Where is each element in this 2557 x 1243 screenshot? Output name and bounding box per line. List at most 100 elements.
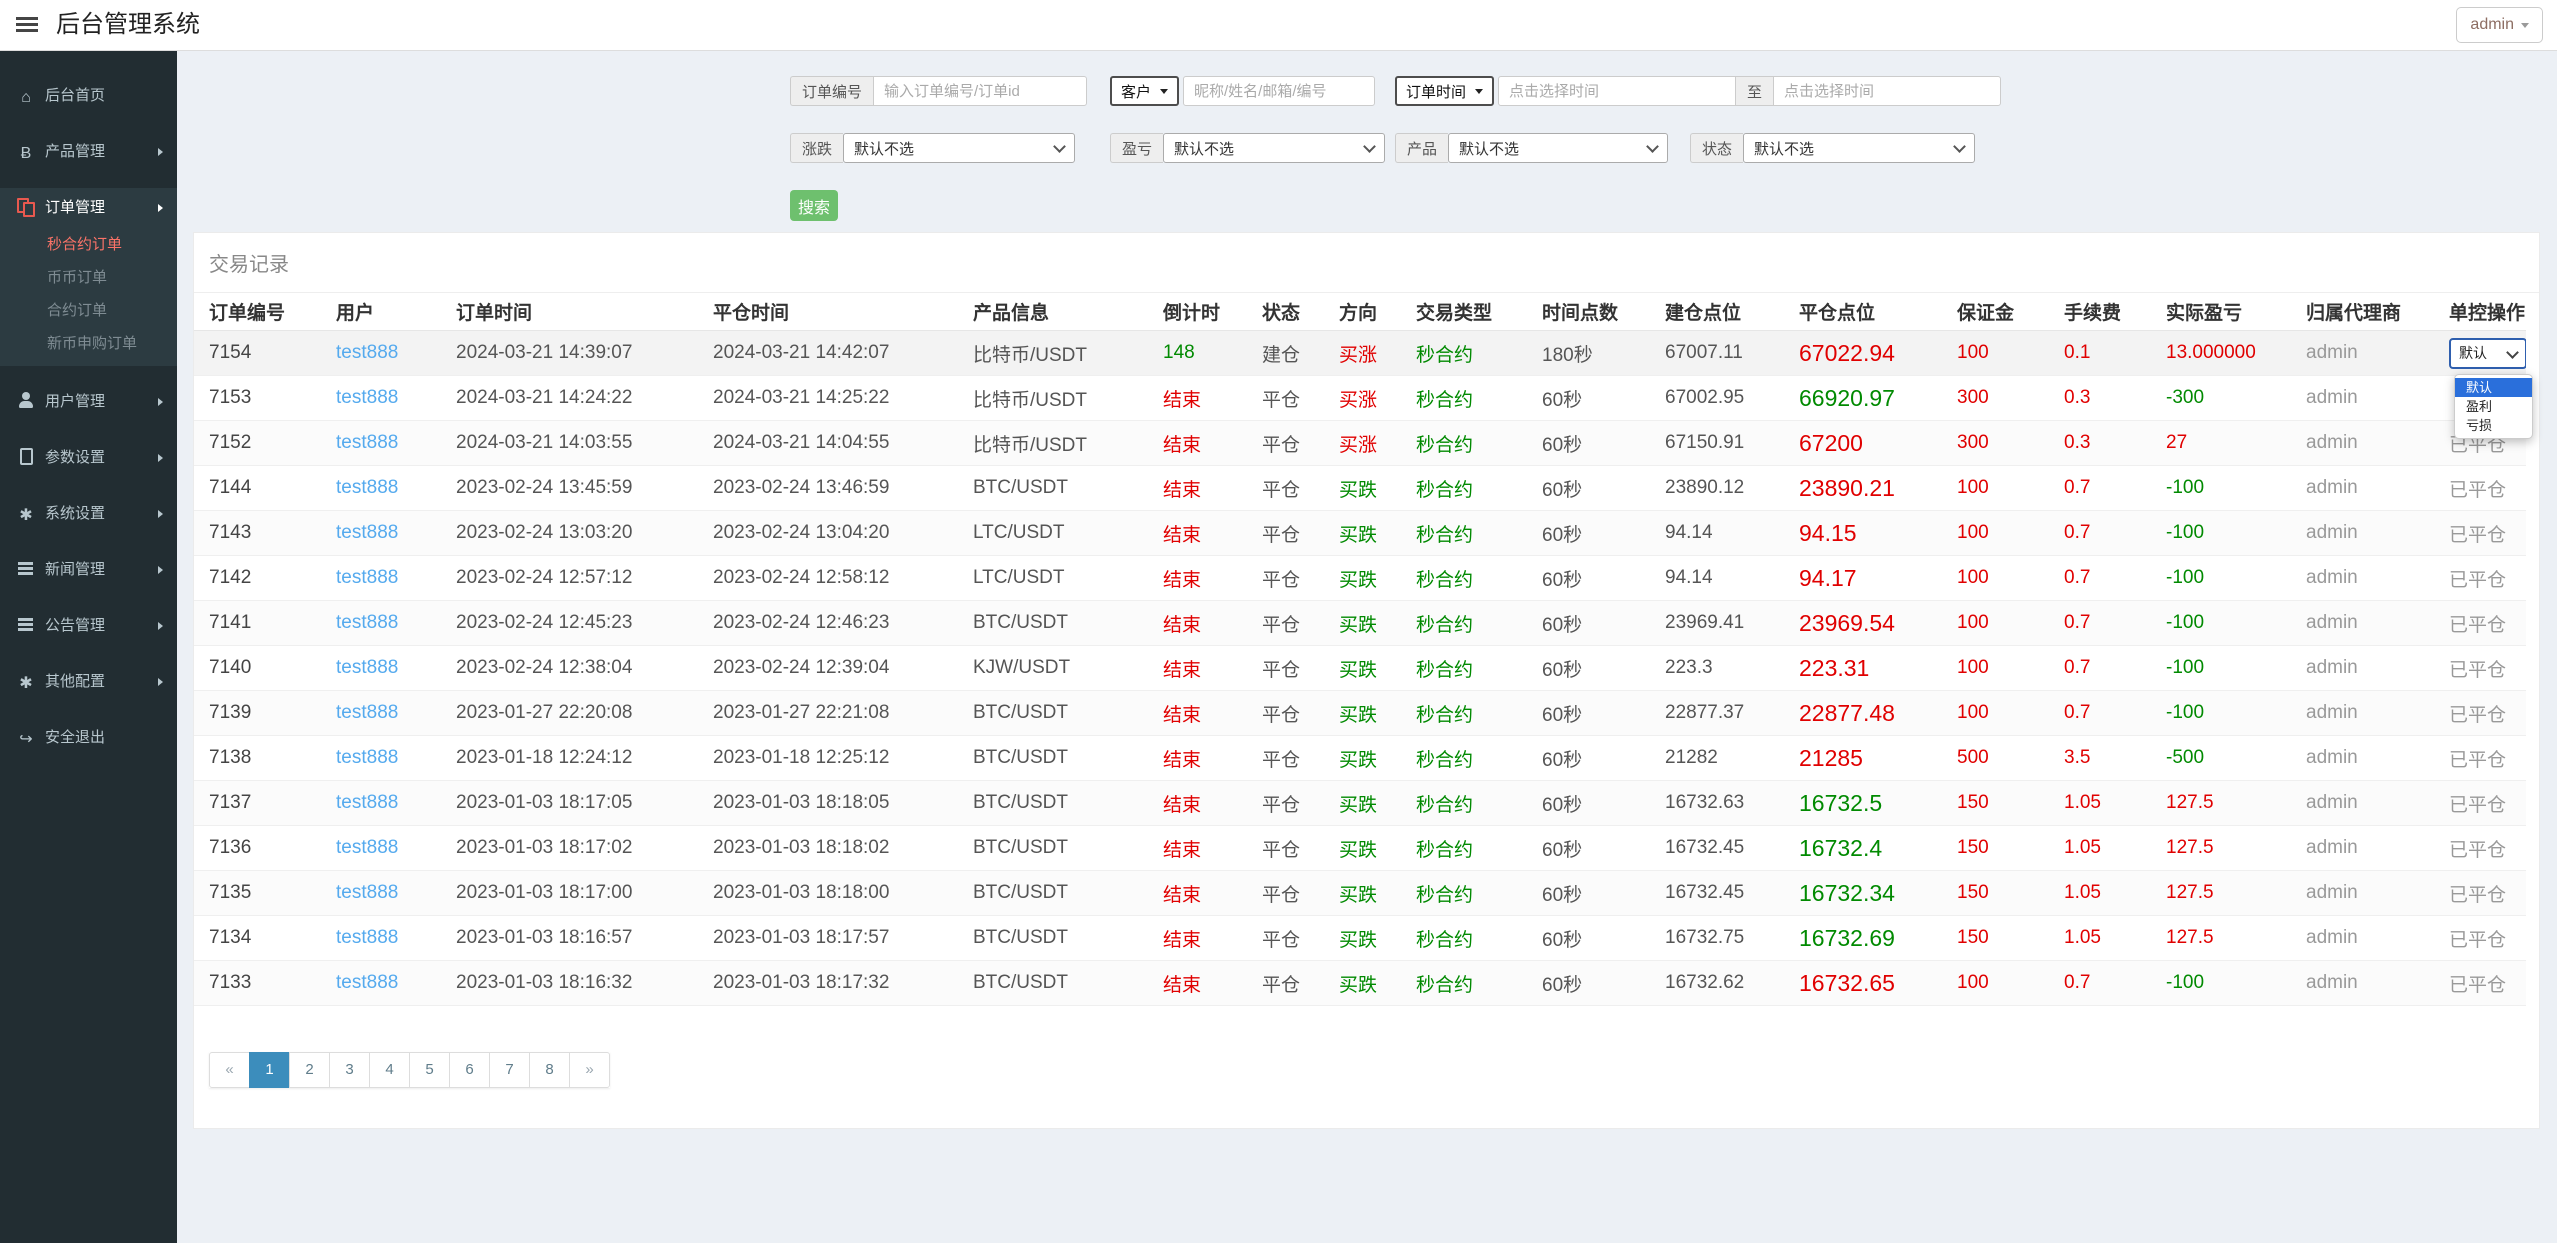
sidebar-subitem-新币申购订单[interactable]: 新币申购订单 [0,327,177,360]
sidebar-item-其他配置[interactable]: ✱ 其他配置 [0,662,177,702]
sidebar-item-系统设置[interactable]: ✱ 系统设置 [0,494,177,534]
sidebar-item-新闻管理[interactable]: 新闻管理 [0,550,177,590]
customer-type-select[interactable]: 客户 [1110,76,1180,106]
cell-close-price: 223.31 [1791,645,1949,691]
pagination-page-8[interactable]: 8 [529,1052,570,1088]
sidebar-item-产品管理[interactable]: Ƀ 产品管理 [0,132,177,172]
col-header-profit: 实际盈亏 [2158,293,2298,331]
cell-countdown: 结束 [1155,600,1254,646]
cell-close-time: 2023-01-18 12:25:12 [705,735,965,781]
cell-direction: 买跌 [1331,600,1408,646]
hamburger-menu-icon[interactable] [16,17,40,33]
cell-user[interactable]: test888 [328,735,448,781]
cell-order-id: 7140 [194,645,328,691]
cell-fee: 0.3 [2056,375,2158,421]
customer-filter: 客户 [1110,76,1376,106]
cell-control: 已平仓 [2441,555,2526,601]
pagination-page-6[interactable]: 6 [449,1052,490,1088]
trade-records-panel: 交易记录 订单编号 用户 订单时间 平仓时间 产品信息 倒计时 状态 方向 交易类型 时间点数 建仓… [193,232,2540,1129]
time-from-input[interactable] [1498,76,1737,106]
cell-fee: 0.7 [2056,555,2158,601]
control-select[interactable]: 默认 [2449,337,2526,369]
cell-open-price: 94.14 [1657,555,1791,601]
table-row: 7139 test888 2023-01-27 22:20:08 2023-01-27… [194,690,2526,736]
sidebar-subitem-合约订单[interactable]: 合约订单 [0,294,177,327]
cell-duration: 60秒 [1534,420,1657,466]
pagination: «1 2 3 4 5 6 7 8» [209,1052,610,1088]
customer-input[interactable] [1183,76,1376,106]
select-arrow-icon [1475,88,1484,94]
sidebar-item-用户管理[interactable]: 用户管理 [0,382,177,422]
cell-order-id: 7136 [194,825,328,871]
pagination-page-4[interactable]: 4 [369,1052,410,1088]
cell-user[interactable]: test888 [328,600,448,646]
pagination-page-7[interactable]: 7 [489,1052,530,1088]
cell-user[interactable]: test888 [328,780,448,826]
cell-close-price: 23890.21 [1791,465,1949,511]
cell-user[interactable]: test888 [328,690,448,736]
cell-trade-type: 秒合约 [1408,690,1534,736]
cell-user[interactable]: test888 [328,645,448,691]
search-button[interactable]: 搜索 [790,190,838,221]
cell-countdown: 结束 [1155,735,1254,781]
cell-close-time: 2023-02-24 12:46:23 [705,600,965,646]
cell-close-price: 23969.54 [1791,600,1949,646]
dropdown-option-盈利[interactable]: 盈利 [2455,397,2532,416]
pnl-select[interactable]: 默认不选 [1163,133,1386,163]
cell-order-time: 2023-02-24 12:45:23 [448,600,705,646]
cell-user[interactable]: test888 [328,825,448,871]
sidebar-item-公告管理[interactable]: 公告管理 [0,606,177,646]
cell-order-id: 7142 [194,555,328,601]
cell-margin: 100 [1949,960,2056,1006]
cell-user[interactable]: test888 [328,330,448,376]
col-header-duration: 时间点数 [1534,293,1657,331]
cell-user[interactable]: test888 [328,960,448,1006]
col-header-product: 产品信息 [965,293,1155,331]
sidebar-group-订单管理: 订单管理 秒合约订单 币币订单 合约订单 新币申购订单 [0,188,177,366]
product-select[interactable]: 默认不选 [1448,133,1669,163]
pagination-next[interactable]: » [569,1052,610,1088]
cell-control: 默认 [2441,330,2526,376]
cell-user[interactable]: test888 [328,465,448,511]
cell-product: KJW/USDT [965,645,1155,691]
cell-open-price: 16732.75 [1657,915,1791,961]
cell-control: 已平仓 [2441,960,2526,1006]
cell-profit: 27 [2158,420,2298,466]
sidebar-item-后台首页[interactable]: ⌂ 后台首页 [0,76,177,116]
cell-duration: 60秒 [1534,870,1657,916]
cell-user[interactable]: test888 [328,870,448,916]
time-type-select[interactable]: 订单时间 [1395,76,1495,106]
cell-close-price: 16732.4 [1791,825,1949,871]
sidebar-item-订单管理[interactable]: 订单管理 [0,188,177,228]
pagination-page-2[interactable]: 2 [289,1052,330,1088]
pagination-prev[interactable]: « [209,1052,250,1088]
sidebar-subitem-币币订单[interactable]: 币币订单 [0,261,177,294]
sidebar-item-参数设置[interactable]: 参数设置 [0,438,177,478]
cell-close-time: 2023-01-03 18:17:57 [705,915,965,961]
cell-close-time: 2024-03-21 14:04:55 [705,420,965,466]
cell-close-price: 21285 [1791,735,1949,781]
cell-duration: 60秒 [1534,375,1657,421]
cell-agent: admin [2298,960,2441,1006]
pagination-page-1[interactable]: 1 [249,1052,290,1088]
cell-product: BTC/USDT [965,735,1155,781]
cell-user[interactable]: test888 [328,915,448,961]
cell-direction: 买跌 [1331,870,1408,916]
sidebar-item-安全退出[interactable]: ↪ 安全退出 [0,718,177,758]
pagination-page-3[interactable]: 3 [329,1052,370,1088]
cell-user[interactable]: test888 [328,555,448,601]
time-to-input[interactable] [1773,76,2002,106]
pagination-page-5[interactable]: 5 [409,1052,450,1088]
sidebar-subitem-秒合约订单[interactable]: 秒合约订单 [0,228,177,261]
cell-user[interactable]: test888 [328,420,448,466]
cell-user[interactable]: test888 [328,510,448,556]
cell-user[interactable]: test888 [328,375,448,421]
admin-user-menu[interactable]: admin [2456,7,2543,43]
updown-select[interactable]: 默认不选 [843,133,1076,163]
dropdown-option-默认[interactable]: 默认 [2455,378,2532,397]
dropdown-option-亏损[interactable]: 亏损 [2455,416,2532,435]
order-no-input[interactable] [873,76,1088,106]
status-select[interactable]: 默认不选 [1743,133,1976,163]
chevron-right-icon [158,398,163,406]
cell-status: 平仓 [1254,690,1331,736]
